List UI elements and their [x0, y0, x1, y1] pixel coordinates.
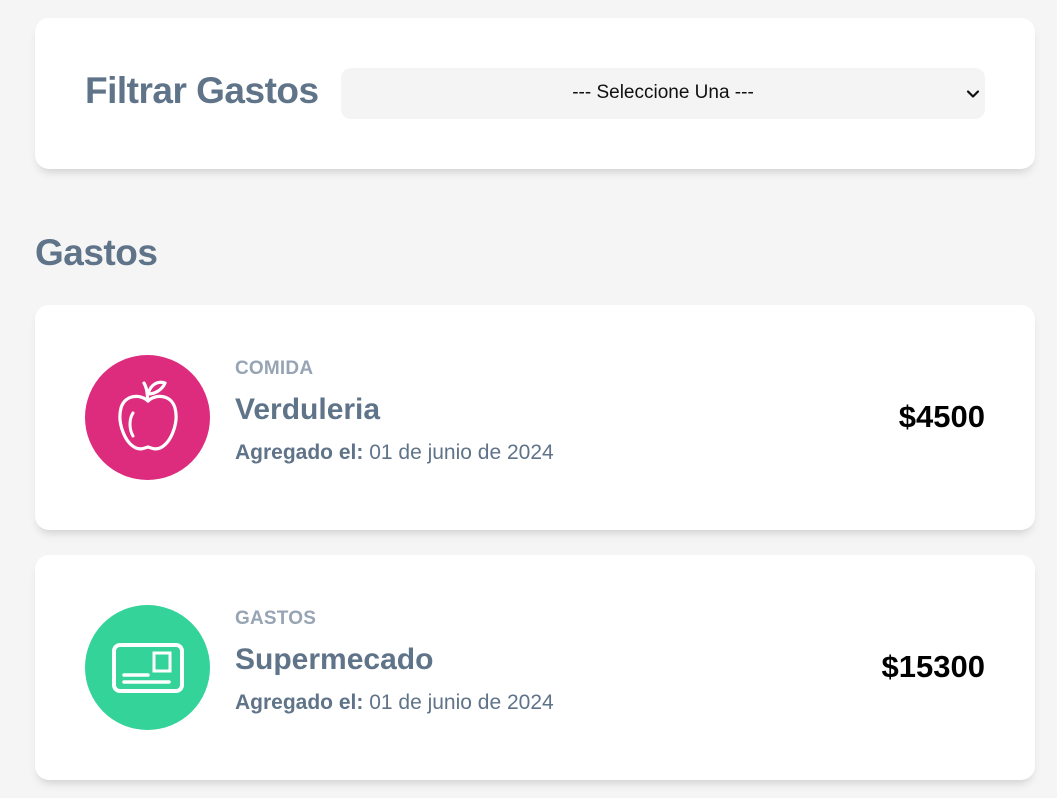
expense-category: COMIDA	[235, 358, 314, 379]
category-select-value: --- Seleccione Una ---	[572, 82, 754, 103]
expense-date: Agregado el: 01 de junio de 2024	[235, 441, 554, 465]
filter-title: Filtrar Gastos	[85, 70, 319, 111]
expense-amount: $4500	[898, 399, 985, 434]
expense-date-label: Agregado el:	[235, 691, 364, 714]
expense-name: Verduleria	[235, 393, 381, 426]
expense-card[interactable]: GASTOS Supermecado Agregado el: 01 de ju…	[35, 555, 1035, 780]
expense-date-value: 01 de junio de 2024	[369, 691, 554, 714]
expense-icon-badge	[85, 355, 210, 480]
chevron-down-icon	[966, 90, 980, 98]
expense-card[interactable]: COMIDA Verduleria Agregado el: 01 de jun…	[35, 305, 1035, 530]
filter-card: Filtrar Gastos --- Seleccione Una ---	[35, 18, 1035, 169]
card-icon	[111, 642, 184, 693]
apple-icon	[117, 380, 178, 450]
category-select[interactable]: --- Seleccione Una ---	[341, 68, 985, 119]
expenses-title: Gastos	[35, 232, 158, 273]
expense-name: Supermecado	[235, 643, 434, 676]
expense-category: GASTOS	[235, 608, 317, 629]
expense-date: Agregado el: 01 de junio de 2024	[235, 691, 554, 715]
expense-date-label: Agregado el:	[235, 441, 364, 464]
expense-date-value: 01 de junio de 2024	[369, 441, 554, 464]
expense-icon-badge	[85, 605, 210, 730]
expense-amount: $15300	[881, 649, 985, 684]
